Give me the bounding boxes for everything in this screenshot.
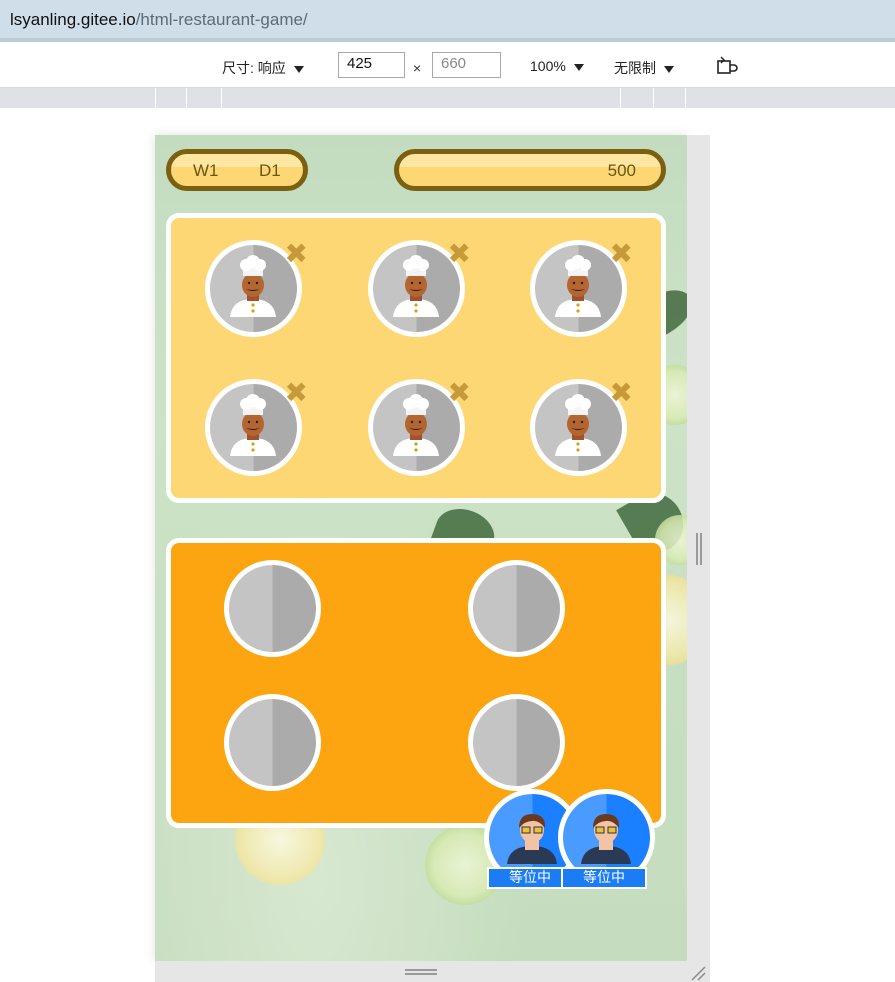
- throttle-label: 无限制: [614, 60, 656, 76]
- dining-table[interactable]: [224, 694, 321, 791]
- dining-table[interactable]: [468, 560, 565, 657]
- height-input[interactable]: 660: [432, 52, 501, 78]
- device-toolbar: 尺寸: 响应 425 × 660 100% 无限制: [0, 46, 895, 88]
- resize-handle-vertical-icon[interactable]: [696, 533, 702, 565]
- rotate-icon[interactable]: [716, 55, 738, 77]
- media-query-ruler[interactable]: [0, 88, 895, 108]
- dining-table[interactable]: [224, 560, 321, 657]
- caret-down-icon: [573, 63, 584, 71]
- chef-slot[interactable]: ✖: [205, 240, 308, 337]
- resize-corner-icon[interactable]: [690, 965, 706, 981]
- width-input[interactable]: 425: [338, 52, 405, 78]
- chef-slot[interactable]: ✖: [368, 240, 471, 337]
- remove-chef-icon[interactable]: ✖: [448, 240, 471, 268]
- zoom-label: 100%: [530, 58, 566, 74]
- day-label: D1: [259, 161, 281, 180]
- dimensions-dropdown[interactable]: 尺寸: 响应: [222, 58, 304, 78]
- url-host: lsyanling.gitee.io: [10, 10, 136, 29]
- remove-chef-icon[interactable]: ✖: [285, 240, 308, 268]
- caret-down-icon: [664, 65, 674, 73]
- address-bar[interactable]: lsyanling.gitee.io/html-restaurant-game/: [0, 0, 895, 42]
- week-label: W1: [193, 161, 219, 180]
- remove-chef-icon[interactable]: ✖: [610, 379, 633, 407]
- chef-slot[interactable]: ✖: [530, 379, 633, 476]
- customer-status: 等位中: [561, 867, 647, 889]
- remove-chef-icon[interactable]: ✖: [610, 240, 633, 268]
- dimensions-label: 尺寸: 响应: [222, 60, 286, 76]
- resize-handle-horizontal-icon[interactable]: [405, 969, 437, 975]
- zoom-dropdown[interactable]: 100%: [530, 58, 584, 74]
- throttle-dropdown[interactable]: 无限制: [614, 58, 674, 78]
- caret-down-icon: [293, 65, 304, 73]
- chef-slot[interactable]: ✖: [368, 379, 471, 476]
- game-viewport: W1 D1 500 ✖ ✖ ✖ ✖ ✖ ✖ 等位中 等位中: [155, 135, 687, 961]
- url-text[interactable]: lsyanling.gitee.io/html-restaurant-game/: [10, 10, 308, 30]
- remove-chef-icon[interactable]: ✖: [285, 379, 308, 407]
- money-value: 500: [607, 161, 636, 180]
- date-display: W1 D1: [166, 149, 308, 191]
- kitchen-panel: ✖ ✖ ✖ ✖ ✖ ✖: [166, 213, 666, 503]
- dining-panel: [166, 538, 666, 828]
- times-separator: ×: [413, 60, 422, 76]
- dining-table[interactable]: [468, 694, 565, 791]
- chef-slot[interactable]: ✖: [205, 379, 308, 476]
- viewport-resize-bottom[interactable]: [155, 961, 687, 982]
- money-display: 500: [394, 149, 666, 191]
- chef-slot[interactable]: ✖: [530, 240, 633, 337]
- remove-chef-icon[interactable]: ✖: [448, 379, 471, 407]
- url-path: /html-restaurant-game/: [135, 10, 308, 29]
